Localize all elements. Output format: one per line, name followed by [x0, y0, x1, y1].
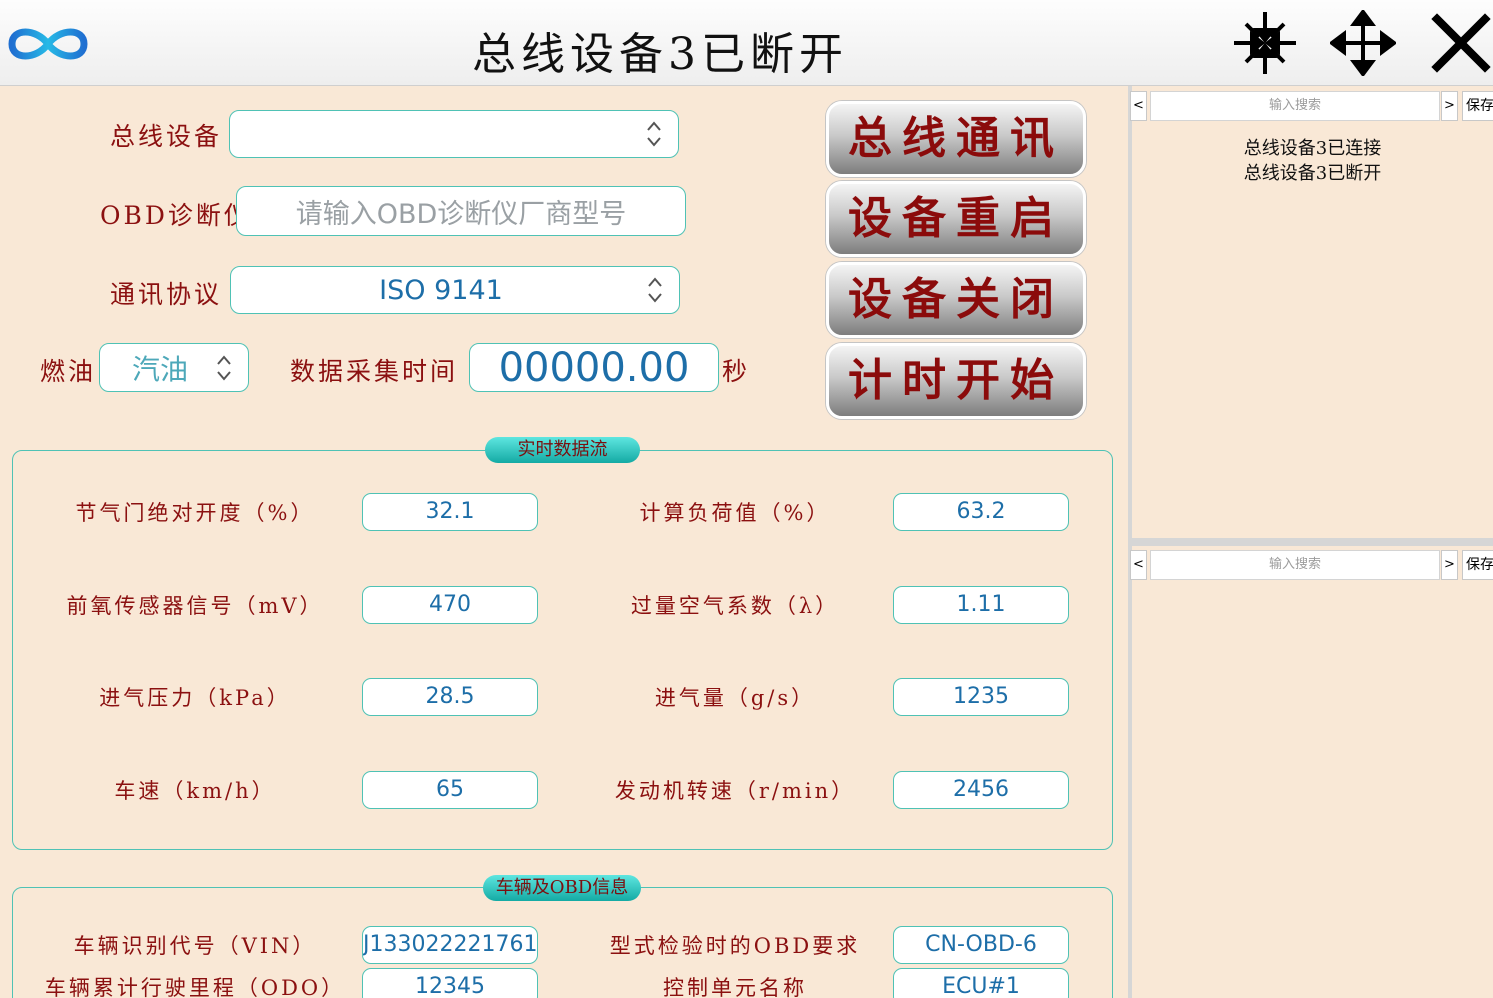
updown-chevron-icon: [217, 354, 231, 381]
realtime-value-field: 65: [362, 771, 538, 809]
vehicle-info-label: 型式检验时的OBD要求: [609, 934, 861, 958]
search-prev-button[interactable]: <: [1130, 550, 1147, 580]
collect-time-value: 00000.00: [498, 344, 690, 391]
bus-device-label: 总线设备: [110, 122, 223, 151]
realtime-label: 进气量（g/s）: [654, 686, 816, 710]
vehicle-info-label: 车辆累计行驶里程（ODO）: [44, 976, 346, 998]
vehicle-info-title: 车辆及OBD信息: [483, 875, 641, 901]
realtime-value-field: 32.1: [362, 493, 538, 531]
collect-time-unit: 秒: [722, 357, 751, 386]
realtime-label: 车速（km/h）: [114, 779, 276, 803]
realtime-label: 前氧传感器信号（mV）: [66, 594, 324, 618]
realtime-value-field: 63.2: [893, 493, 1069, 531]
close-icon: [1431, 13, 1491, 73]
bus-device-value: [230, 111, 650, 157]
log-search-bar-bottom: < 输入搜索 > 保存: [1130, 546, 1493, 580]
fuel-label: 燃油: [40, 357, 97, 386]
realtime-label: 过量空气系数（λ）: [630, 594, 840, 618]
vehicle-info-value-field: J133022221761: [362, 926, 538, 964]
updown-chevron-icon: [647, 121, 661, 147]
close-window-button[interactable]: [1428, 10, 1493, 76]
log-search-bar-top: < 输入搜索 > 保存: [1130, 87, 1493, 121]
log-line: 总线设备3已连接: [1243, 138, 1382, 159]
realtime-value-field: 1235: [893, 678, 1069, 716]
obd-label: OBD诊断仪: [100, 201, 252, 230]
vehicle-info-label: 控制单元名称: [663, 976, 807, 998]
log-save-button[interactable]: 保存: [1462, 91, 1493, 121]
collapse-arrows-icon: [1234, 12, 1296, 74]
bus-comm-button[interactable]: 总线通讯: [826, 101, 1086, 177]
realtime-label: 进气压力（kPa）: [99, 686, 291, 710]
device-close-button[interactable]: 设备关闭: [826, 262, 1086, 338]
title-bar: 总线设备3已断开: [0, 0, 1493, 86]
obd-input[interactable]: 请输入OBD诊断仪厂商型号: [236, 186, 686, 236]
protocol-select[interactable]: ISO 9141: [230, 266, 680, 314]
vehicle-info-label: 车辆识别代号（VIN）: [73, 934, 317, 958]
updown-chevron-icon: [648, 277, 662, 303]
search-prev-button[interactable]: <: [1130, 91, 1147, 121]
collect-time-label: 数据采集时间: [290, 357, 459, 386]
log-line: 总线设备3已断开: [1243, 163, 1382, 184]
window-title: 总线设备3已断开: [472, 29, 848, 80]
realtime-value-field: 2456: [893, 771, 1069, 809]
fuel-value: 汽油: [131, 352, 188, 386]
realtime-label: 发动机转速（r/min）: [614, 779, 856, 803]
realtime-label: 计算负荷值（%）: [639, 501, 831, 525]
move-button[interactable]: [1328, 8, 1398, 78]
obd-placeholder: 请输入OBD诊断仪厂商型号: [295, 198, 627, 230]
realtime-value-field: 470: [362, 586, 538, 624]
device-restart-button[interactable]: 设备重启: [826, 181, 1086, 257]
minimize-button[interactable]: [1232, 10, 1298, 76]
bus-device-select[interactable]: [229, 110, 679, 158]
protocol-label: 通讯协议: [110, 280, 223, 309]
vehicle-info-value-field: 12345: [362, 968, 538, 998]
search-next-button[interactable]: >: [1441, 550, 1458, 580]
vehicle-info-value-field: CN-OBD-6: [893, 926, 1069, 964]
realtime-value-field: 1.11: [893, 586, 1069, 624]
timer-start-button[interactable]: 计时开始: [826, 343, 1086, 419]
log-output: 总线设备3已连接 总线设备3已断开: [1132, 136, 1493, 186]
panel-divider[interactable]: [1128, 538, 1493, 546]
protocol-value: ISO 9141: [379, 274, 503, 306]
realtime-value-field: 28.5: [362, 678, 538, 716]
realtime-data-title: 实时数据流: [485, 437, 640, 463]
realtime-label: 节气门绝对开度（%）: [75, 501, 315, 525]
collect-time-display: 00000.00: [469, 343, 719, 392]
log-search-input[interactable]: 输入搜索: [1150, 91, 1440, 121]
search-next-button[interactable]: >: [1441, 91, 1458, 121]
log-save-button[interactable]: 保存: [1462, 550, 1493, 580]
move-arrows-icon: [1328, 8, 1398, 78]
log-search-input[interactable]: 输入搜索: [1150, 550, 1440, 580]
fuel-select[interactable]: 汽油: [99, 343, 249, 392]
vehicle-info-value-field: ECU#1: [893, 968, 1069, 998]
